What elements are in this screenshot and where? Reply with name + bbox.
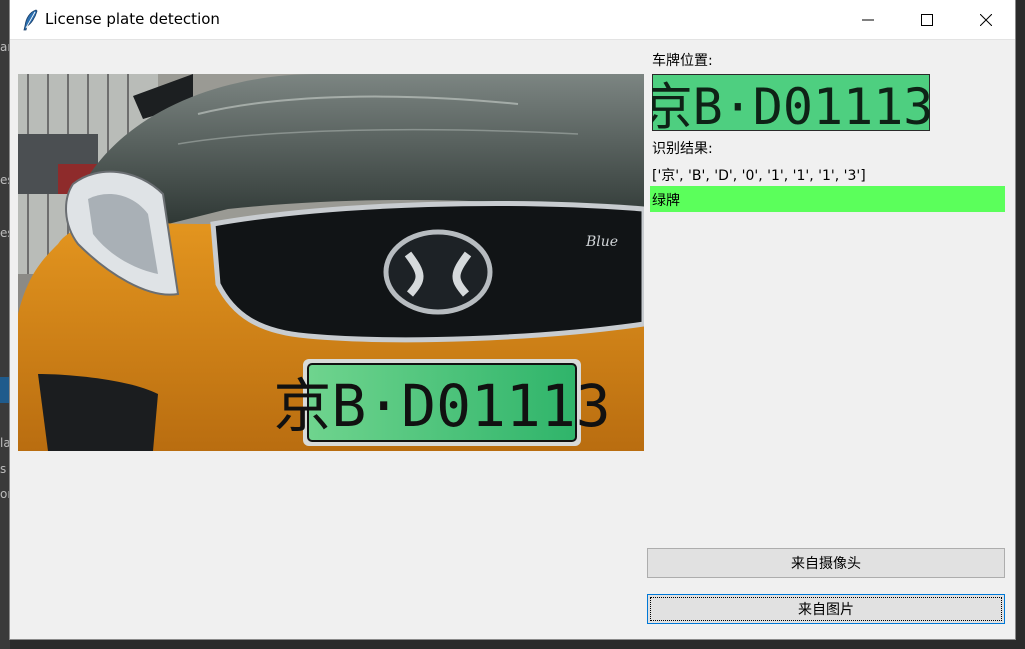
maximize-icon [920, 13, 933, 26]
plate-crop-image: 京B·D01113 [652, 74, 930, 131]
plate-color-text: 绿牌 [652, 193, 680, 209]
from-image-button[interactable]: 来自图片 [647, 594, 1005, 624]
background-text: es [0, 226, 10, 240]
background-text: ar [0, 40, 10, 54]
recognition-result-text: ['京', 'B', 'D', '0', '1', '1', '1', '3'] [652, 168, 866, 184]
close-icon [979, 13, 992, 26]
recognition-result-label: 识别结果: [652, 141, 713, 157]
car-badge-text: Blue [585, 234, 618, 250]
minimize-button[interactable] [838, 0, 897, 39]
background-selection [0, 377, 10, 403]
background-text: s [0, 462, 7, 476]
car-photo: Blue 京B·D01113 [18, 74, 644, 451]
background-text: es [0, 173, 10, 187]
title-bar[interactable]: License plate detection [10, 0, 1015, 40]
feather-icon [22, 9, 40, 31]
maximize-button[interactable] [897, 0, 956, 39]
plate-position-label: 车牌位置: [652, 53, 713, 69]
window-title: License plate detection [45, 10, 220, 28]
background-text: la [0, 436, 10, 450]
app-window: License plate detection Blue 京B·D01113 车… [10, 0, 1015, 639]
from-camera-button[interactable]: 来自摄像头 [647, 548, 1005, 578]
plate-color-bar: 绿牌 [650, 186, 1005, 212]
close-button[interactable] [956, 0, 1015, 39]
minimize-icon [861, 19, 874, 20]
desktop-background-left: ar es es la s or [0, 0, 10, 649]
desktop-background-right [1015, 0, 1025, 649]
car-plate-text: 京B·D01113 [273, 372, 610, 440]
plate-crop-text: 京B·D01113 [652, 78, 930, 131]
background-text: or [0, 487, 10, 501]
